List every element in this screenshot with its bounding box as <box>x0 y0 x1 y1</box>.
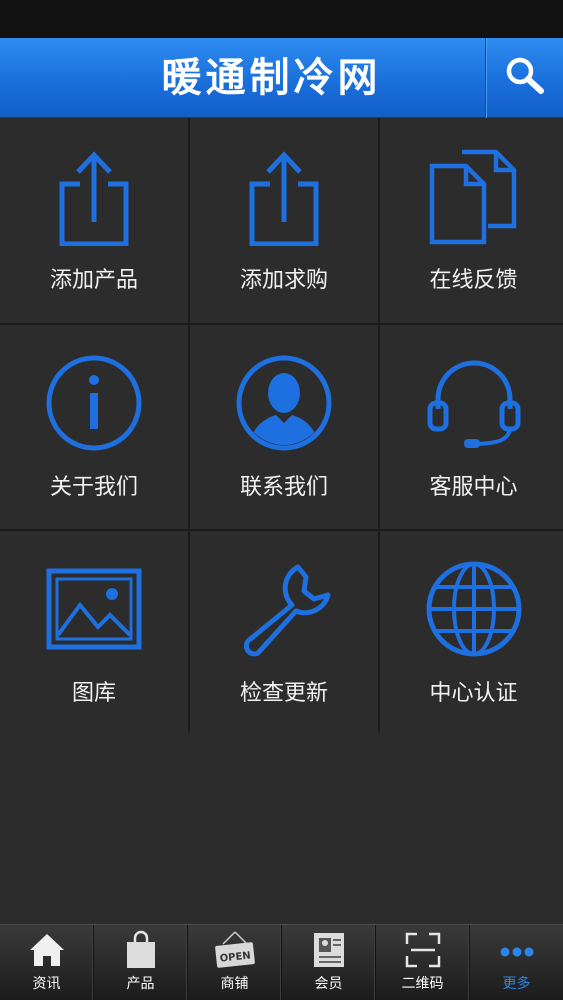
menu-item-gallery[interactable]: 图库 <box>0 531 188 736</box>
menu-item-add-product[interactable]: 添加产品 <box>0 118 188 323</box>
image-gallery-icon <box>0 559 188 659</box>
menu-item-label: 在线反馈 <box>429 268 518 293</box>
documents-icon <box>380 146 563 246</box>
search-button[interactable] <box>485 38 563 118</box>
open-sign-icon: OPEN <box>188 929 281 971</box>
tab-label: 商铺 <box>220 976 249 992</box>
menu-item-label: 中心认证 <box>429 681 518 706</box>
menu-item-label: 添加求购 <box>239 268 328 293</box>
tab-news[interactable]: 资讯 <box>0 925 94 1000</box>
tab-members[interactable]: 会员 <box>282 925 376 1000</box>
menu-grid: 添加产品 添加求购 在线反馈 关于我们 联系我们 客服中心 图库 检查更新 中心… <box>0 118 563 736</box>
tab-shops[interactable]: OPEN 商铺 <box>188 925 282 1000</box>
id-card-icon <box>282 929 375 971</box>
menu-item-contact-us[interactable]: 联系我们 <box>190 325 378 529</box>
status-bar <box>0 0 563 38</box>
menu-item-add-purchase[interactable]: 添加求购 <box>190 118 378 323</box>
more-dots-icon <box>470 929 563 971</box>
menu-item-label: 客服中心 <box>429 475 518 500</box>
tab-label: 二维码 <box>401 976 444 992</box>
shopping-bag-icon <box>94 929 187 971</box>
menu-item-online-feedback[interactable]: 在线反馈 <box>380 118 563 323</box>
app-header: 暖通制冷网 <box>0 38 563 118</box>
globe-icon <box>380 559 563 659</box>
qr-scan-icon <box>376 929 469 971</box>
menu-item-customer-service[interactable]: 客服中心 <box>380 325 563 529</box>
menu-item-check-update[interactable]: 检查更新 <box>190 531 378 736</box>
tab-label: 产品 <box>126 976 155 992</box>
tab-label: 资讯 <box>32 976 61 992</box>
menu-item-certification[interactable]: 中心认证 <box>380 531 563 736</box>
tab-qr-code[interactable]: 二维码 <box>376 925 470 1000</box>
info-icon <box>0 353 188 453</box>
menu-item-label: 联系我们 <box>239 475 328 500</box>
share-upload-icon <box>190 146 378 246</box>
search-icon <box>503 54 547 102</box>
menu-item-label: 检查更新 <box>239 681 328 706</box>
bottom-tab-bar: 资讯 产品 OPEN 商铺 会员 二维码 更多 <box>0 924 563 1000</box>
tab-more[interactable]: 更多 <box>470 925 563 1000</box>
tab-label: 更多 <box>502 976 531 992</box>
menu-item-label: 图库 <box>71 681 116 706</box>
menu-item-about-us[interactable]: 关于我们 <box>0 325 188 529</box>
home-icon <box>0 929 93 971</box>
tab-label: 会员 <box>314 976 343 992</box>
menu-item-label: 添加产品 <box>49 268 138 293</box>
wrench-icon <box>190 559 378 659</box>
tab-products[interactable]: 产品 <box>94 925 188 1000</box>
menu-item-label: 关于我们 <box>49 475 138 500</box>
share-upload-icon <box>0 146 188 246</box>
user-avatar-icon <box>190 353 378 453</box>
headset-icon <box>380 353 563 453</box>
page-title: 暖通制冷网 <box>161 54 382 101</box>
